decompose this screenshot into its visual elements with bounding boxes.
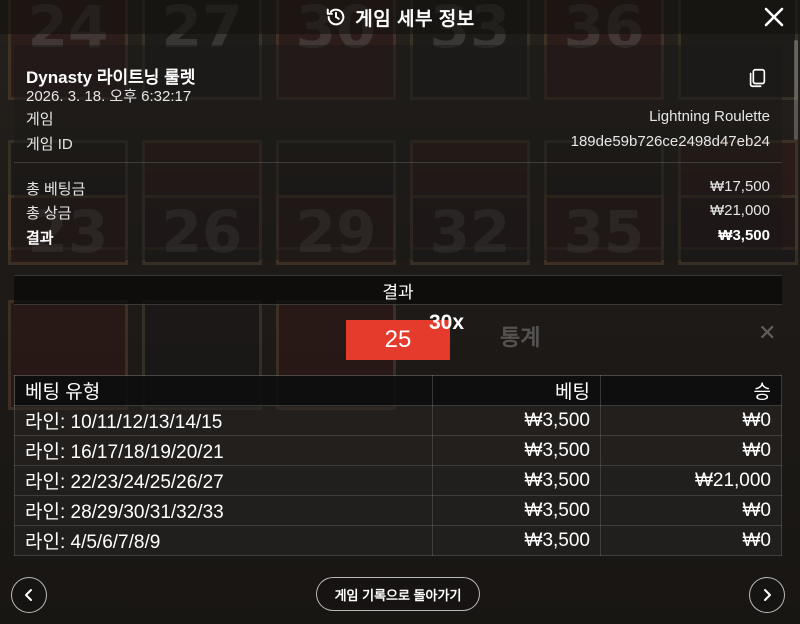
background-stats-title: 통계 xyxy=(500,325,541,350)
close-icon[interactable] xyxy=(762,5,786,29)
previous-button[interactable] xyxy=(11,577,47,613)
table-row: 라인: 16/17/18/19/20/21 ₩3,500 ₩0 xyxy=(14,435,782,466)
title-bar: 게임 세부 정보 xyxy=(0,0,800,34)
net-result-label: 결과 xyxy=(26,230,54,247)
game-label: 게임 xyxy=(26,111,54,128)
copy-icon[interactable] xyxy=(746,67,768,89)
chevron-left-icon xyxy=(25,589,32,601)
win-amount-cell: ₩0 xyxy=(600,495,782,526)
scrollbar-thumb[interactable] xyxy=(794,40,798,140)
total-win-label: 총 상금 xyxy=(26,205,72,222)
page-title: 게임 세부 정보 xyxy=(355,8,475,30)
total-win-value: ₩21,000 xyxy=(709,202,770,219)
bet-amount-cell: ₩3,500 xyxy=(432,435,601,466)
history-icon xyxy=(327,8,345,26)
result-section-header: 결과 xyxy=(14,275,782,305)
next-button[interactable] xyxy=(749,577,785,613)
bet-amount-cell: ₩3,500 xyxy=(432,405,601,436)
bet-amount-cell: ₩3,500 xyxy=(432,465,601,496)
bet-type-cell: 라인: 4/5/6/7/8/9 xyxy=(14,525,433,556)
win-amount-cell: ₩21,000 xyxy=(600,465,782,496)
winning-number-value: 25 xyxy=(384,326,412,353)
details-panel: Dynasty 라이트닝 룰렛 2026. 3. 18. 오후 6:32:17 … xyxy=(14,45,782,260)
win-amount-cell: ₩0 xyxy=(600,525,782,556)
table-row: 라인: 22/23/24/25/26/27 ₩3,500 ₩21,000 xyxy=(14,465,782,496)
bets-table: 베팅 유형 베팅 승 라인: 10/11/12/13/14/15 ₩3,500 … xyxy=(14,375,782,556)
back-to-history-label: 게임 기록으로 돌아가기 xyxy=(334,587,462,603)
bet-amount-cell: ₩3,500 xyxy=(432,495,601,526)
table-row: 라인: 4/5/6/7/8/9 ₩3,500 ₩0 xyxy=(14,525,782,556)
game-id-label: 게임 ID xyxy=(26,136,73,153)
game-value: Lightning Roulette xyxy=(649,108,770,125)
column-header-bet-type: 베팅 유형 xyxy=(14,375,433,406)
win-amount-cell: ₩0 xyxy=(600,435,782,466)
total-bet-value: ₩17,500 xyxy=(709,178,770,195)
bet-type-cell: 라인: 16/17/18/19/20/21 xyxy=(14,435,433,466)
table-header-row: 베팅 유형 베팅 승 xyxy=(14,375,782,406)
game-id-value: 189de59b726ce2498d47eb24 xyxy=(570,133,770,150)
chevron-right-icon xyxy=(764,589,771,601)
table-row: 라인: 28/29/30/31/32/33 ₩3,500 ₩0 xyxy=(14,495,782,526)
game-datetime: 2026. 3. 18. 오후 6:32:17 xyxy=(26,88,192,105)
column-header-win: 승 xyxy=(600,375,782,406)
bet-type-cell: 라인: 10/11/12/13/14/15 xyxy=(14,405,433,436)
divider xyxy=(14,162,782,163)
title-group: 게임 세부 정보 xyxy=(325,4,474,31)
game-id-row: 게임 ID 189de59b726ce2498d47eb24 xyxy=(26,133,770,154)
bet-type-cell: 라인: 28/29/30/31/32/33 xyxy=(14,495,433,526)
bet-amount-cell: ₩3,500 xyxy=(432,525,601,556)
game-row: 게임 Lightning Roulette xyxy=(26,108,770,129)
table-row: 라인: 10/11/12/13/14/15 ₩3,500 ₩0 xyxy=(14,405,782,436)
lightning-multiplier: 30x xyxy=(429,311,465,334)
background-close-icon: ✕ xyxy=(758,320,777,345)
column-header-bet: 베팅 xyxy=(432,375,601,406)
win-amount-cell: ₩0 xyxy=(600,405,782,436)
net-result-row: 결과 ₩3,500 xyxy=(26,227,770,248)
back-to-history-button[interactable]: 게임 기록으로 돌아가기 xyxy=(316,577,480,611)
total-bet-row: 총 베팅금 ₩17,500 xyxy=(26,178,770,199)
net-result-value: ₩3,500 xyxy=(718,227,770,244)
total-win-row: 총 상금 ₩21,000 xyxy=(26,202,770,223)
total-bet-label: 총 베팅금 xyxy=(26,181,86,198)
bet-type-cell: 라인: 22/23/24/25/26/27 xyxy=(14,465,433,496)
